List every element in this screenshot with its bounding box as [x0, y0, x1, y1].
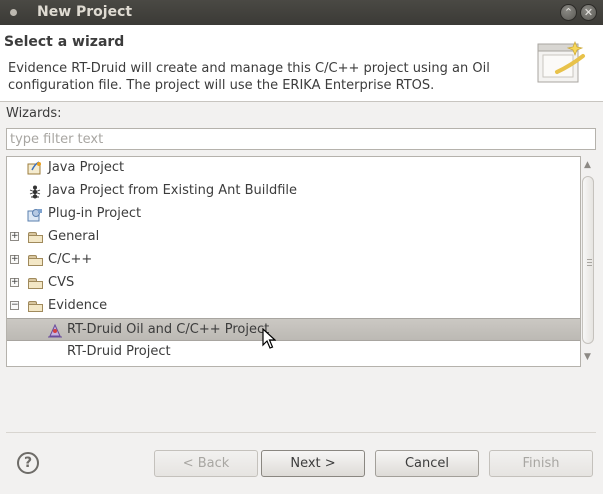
title-bar: New Project ⌃ ✕	[0, 0, 603, 25]
tree-item-evidence[interactable]: − Evidence	[7, 295, 580, 318]
expand-icon[interactable]: +	[10, 255, 19, 264]
page-description: Evidence RT-Druid will create and manage…	[8, 61, 490, 93]
tree-item-general[interactable]: + General	[7, 226, 580, 249]
next-button[interactable]: Next >	[261, 450, 365, 477]
tree-item-cpp[interactable]: + C/C++	[7, 249, 580, 272]
scrollbar-thumb[interactable]	[582, 176, 594, 344]
tree-item-cvs[interactable]: + CVS	[7, 272, 580, 295]
expand-icon[interactable]: +	[10, 278, 19, 287]
tree-item-java-ant[interactable]: Java Project from Existing Ant Buildfile	[7, 180, 580, 203]
ant-icon	[29, 185, 41, 199]
wizard-header: Select a wizard Evidence RT-Druid will c…	[0, 25, 603, 102]
cancel-button[interactable]: Cancel	[375, 450, 479, 477]
scroll-up-icon[interactable]: ▲	[584, 160, 591, 170]
java-project-icon	[27, 161, 41, 175]
minimize-button[interactable]: ⌃	[560, 4, 577, 21]
folder-icon	[28, 232, 43, 243]
wizards-label: Wizards:	[6, 106, 62, 121]
back-button[interactable]: < Back	[154, 450, 258, 477]
window-menu-icon[interactable]	[10, 9, 17, 16]
finish-button[interactable]: Finish	[489, 450, 593, 477]
tree-item-rt-druid-oil-cpp[interactable]: RT-Druid Oil and C/C++ Project	[7, 318, 580, 349]
tree-item-plugin-project[interactable]: Plug-in Project	[7, 203, 580, 226]
folder-icon	[28, 278, 43, 289]
scroll-down-icon[interactable]: ▼	[584, 352, 591, 362]
plugin-project-icon	[27, 209, 42, 222]
collapse-icon[interactable]: −	[10, 301, 19, 310]
folder-open-icon	[28, 301, 43, 312]
wizard-tree[interactable]: Java Project Java Project from Existing …	[6, 156, 581, 367]
close-button[interactable]: ✕	[580, 4, 597, 21]
window-title: New Project	[37, 4, 133, 20]
new-wizard-banner-icon	[537, 41, 585, 83]
tree-item-java-project[interactable]: Java Project	[7, 157, 580, 180]
folder-icon	[28, 255, 43, 266]
filter-input[interactable]	[6, 128, 596, 150]
help-button[interactable]: ?	[17, 452, 39, 474]
expand-icon[interactable]: +	[10, 232, 19, 241]
rt-druid-icon	[48, 323, 62, 338]
tree-item-rt-druid-project[interactable]: RT-Druid Project	[7, 341, 580, 364]
footer-divider	[6, 432, 596, 433]
page-title: Select a wizard	[4, 34, 125, 50]
tree-scrollbar[interactable]: ▲ ▼	[581, 156, 596, 367]
